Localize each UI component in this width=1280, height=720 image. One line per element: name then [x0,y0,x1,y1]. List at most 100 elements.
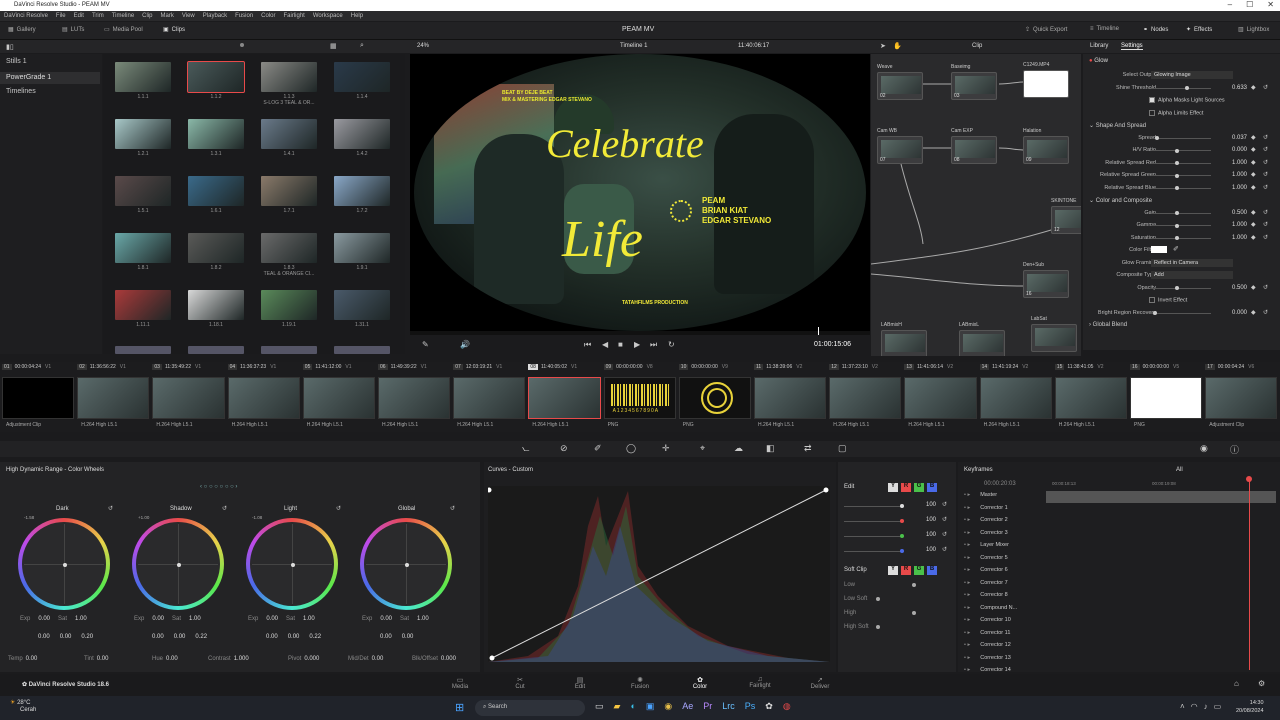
color-node[interactable]: 08 [951,136,997,164]
setting-slider[interactable] [1151,186,1211,190]
page-tab-edit[interactable]: ▤ Edit [560,676,600,690]
color-node[interactable]: 03 [951,72,997,100]
start-icon[interactable]: ⊞ [455,701,464,714]
reset-icon[interactable]: ↺ [1263,234,1268,241]
reset-icon[interactable]: ↺ [1263,171,1268,178]
curve-intensity-value[interactable]: 100 [910,547,936,553]
thumb-size-slider[interactable] [240,43,244,47]
reset-icon[interactable]: ↺ [336,505,341,512]
gallery-item-powergrade[interactable]: PowerGrade 1 [0,72,100,84]
still-thumbnail[interactable] [261,119,317,149]
adjustment-field[interactable]: Hue 0.00 [152,656,178,662]
pen-icon[interactable]: ✎ [422,340,429,349]
curve-intensity-slider[interactable] [844,536,904,537]
checkbox-box[interactable] [1149,97,1155,103]
eyedropper-icon[interactable]: ✐ [594,443,602,454]
softclip-channel-Y[interactable]: Y [888,566,898,575]
keyframe-diamond-icon[interactable]: ◆ [1251,84,1256,91]
search-icon[interactable]: ⌕ [360,42,364,50]
photoshop-icon[interactable]: Ps [745,701,756,712]
sizing-icon[interactable]: ⇄ [804,443,812,454]
track-expand-icon[interactable]: • ▸ [964,567,970,573]
wheel-x-value[interactable]: 0.00 [266,634,278,640]
still-thumbnail[interactable] [188,290,244,320]
still-thumbnail[interactable] [261,346,317,354]
close-icon[interactable]: ✕ [1267,0,1274,9]
reset-icon[interactable]: ↺ [1263,84,1268,91]
wheel-x-value[interactable]: 0.00 [380,634,392,640]
still-thumbnail[interactable] [188,233,244,263]
reset-icon[interactable]: ↺ [1263,221,1268,228]
play-icon[interactable]: ▶ [634,340,640,349]
timeline-clip[interactable] [77,377,150,419]
window-icon[interactable]: ◯ [626,443,636,454]
timeline-name[interactable]: Timeline 1 [620,43,647,49]
keyframe-track[interactable]: • ▸ Corrector 1 [964,505,1042,511]
track-expand-icon[interactable]: • ▸ [964,655,970,661]
page-tab-fairlight[interactable]: ♫ Fairlight [740,676,780,689]
setting-value[interactable]: 1.000 [1213,185,1247,191]
setting-slider[interactable] [1151,311,1211,315]
adjustment-value[interactable]: 0.00 [372,656,384,662]
still-thumbnail[interactable] [115,233,171,263]
wheel-sat-value[interactable]: 1.00 [75,616,87,622]
adjustment-field[interactable]: Tint 0.00 [84,656,108,662]
keyframe-diamond-icon[interactable]: ◆ [1251,284,1256,291]
taskbar-search[interactable]: ⌕ Search [475,700,585,716]
menu-item-0[interactable]: DaVinci Resolve [4,11,48,21]
info-icon[interactable]: ⓘ [1230,443,1239,456]
reset-icon[interactable]: ↺ [942,531,947,538]
still-thumbnail[interactable] [334,119,390,149]
color-wheel[interactable] [132,518,224,610]
track-expand-icon[interactable]: • ▸ [964,505,970,511]
settings-checkbox[interactable]: Alpha Masks Light Sources [1149,97,1225,103]
still-thumbnail[interactable] [261,62,317,92]
softclip-knob[interactable] [912,583,916,587]
wheel-x-value[interactable]: 0.00 [152,634,164,640]
settings-checkbox[interactable]: Invert Effect [1149,297,1187,303]
curve-channel-G[interactable]: G [914,483,924,492]
softclip-channel-G[interactable]: G [914,566,924,575]
color-node[interactable]: 02 [877,72,923,100]
track-expand-icon[interactable]: • ▸ [964,492,970,498]
setting-slider[interactable] [1151,211,1211,215]
reset-icon[interactable]: ↺ [1263,146,1268,153]
softclip-channel-R[interactable]: R [901,566,911,575]
settings-checkbox[interactable]: Alpha Limits Effect [1149,109,1203,116]
page-tab-fusion[interactable]: ✺ Fusion [620,676,660,690]
timeline-clip[interactable] [904,377,977,419]
volume-icon[interactable]: 🔊 [460,340,470,349]
adjustment-field[interactable]: Contrast 1.000 [208,656,249,662]
color-wheel[interactable] [360,518,452,610]
reset-icon[interactable]: ↺ [222,505,227,512]
setting-slider[interactable] [1151,148,1211,153]
menu-item-10[interactable]: Color [261,11,275,21]
menu-item-13[interactable]: Help [351,11,363,21]
still-thumbnail[interactable] [188,346,244,354]
timeline-clip[interactable] [1205,377,1278,419]
curve-channel-B[interactable]: B [927,483,937,492]
curve-intensity-value[interactable]: 100 [910,532,936,538]
adjustment-field[interactable]: Pivot 0.000 [288,656,319,662]
keyframe-track[interactable]: • ▸ Layer Mixer [964,542,1042,548]
track-expand-icon[interactable]: • ▸ [964,630,970,636]
timeline-clip[interactable] [1130,377,1203,419]
slider-knob[interactable] [1175,186,1179,190]
reset-icon[interactable]: ↺ [1263,209,1268,216]
slider-knob[interactable] [900,504,904,508]
viewer-scrubber[interactable] [410,327,870,335]
settings-section-header[interactable]: ⌄ Color and Composite [1089,197,1152,204]
setting-value[interactable]: 1.000 [1213,222,1247,228]
menu-item-12[interactable]: Workspace [313,11,343,21]
adjustment-value[interactable]: 1.000 [234,656,249,662]
reset-icon[interactable]: ↺ [108,505,113,512]
wheel-exp-value[interactable]: 0.00 [380,616,392,622]
3d-icon[interactable]: ▢ [838,443,847,454]
timeline-clip[interactable] [302,377,375,419]
menu-item-5[interactable]: Clip [142,11,152,21]
softclip-channel-B[interactable]: B [927,566,937,575]
timeline-clip[interactable] [829,377,902,419]
first-frame-icon[interactable]: ⏮ [584,340,591,350]
settings-dropdown[interactable]: Glowing Image [1151,71,1233,79]
keyframe-track[interactable]: • ▸ Corrector 8 [964,592,1042,598]
